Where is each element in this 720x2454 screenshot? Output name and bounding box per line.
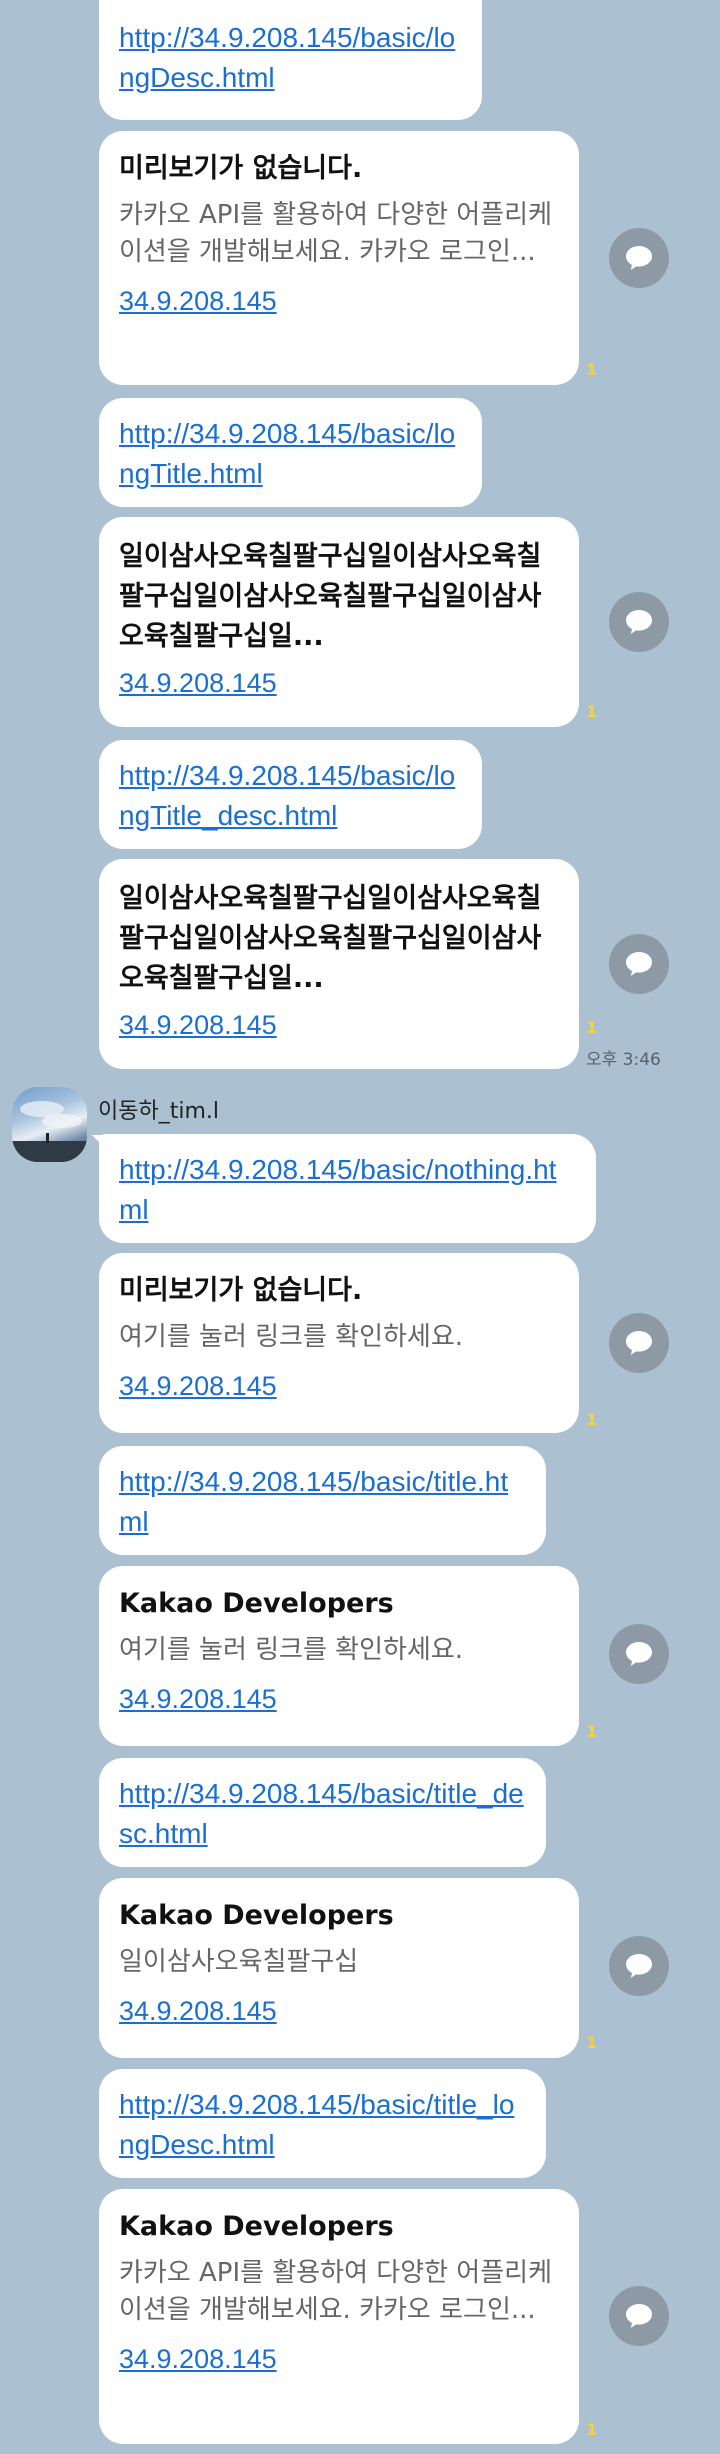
unread-count: 1 (586, 1018, 598, 1037)
card-title: 일이삼사오육칠팔구십일이삼사오육칠팔구십일이삼사오육칠팔구십일이삼사오육칠팔구십… (119, 883, 542, 994)
unread-count: 1 (586, 360, 598, 379)
card-title: 일이삼사오육칠팔구십일이삼사오육칠팔구십일이삼사오육칠팔구십일이삼사오육칠팔구십… (119, 541, 542, 652)
share-button[interactable] (609, 1624, 669, 1684)
card-domain[interactable]: 34.9.208.145 (119, 1005, 559, 1045)
unread-count: 1 (586, 2420, 598, 2439)
share-button[interactable] (609, 228, 669, 288)
link-url[interactable]: http://34.9.208.145/basic/title_longDesc… (119, 2085, 526, 2165)
message-time: 오후 3:46 (586, 1050, 661, 1070)
link-preview-card[interactable]: 미리보기가 없습니다. 여기를 눌러 링크를 확인하세요. 34.9.208.1… (99, 1253, 579, 1433)
card-title: 미리보기가 없습니다. (119, 153, 363, 184)
link-preview-card[interactable]: 일이삼사오육칠팔구십일이삼사오육칠팔구십일이삼사오육칠팔구십일이삼사오육칠팔구십… (99, 859, 579, 1069)
speech-bubble-icon (626, 1331, 652, 1355)
card-domain[interactable]: 34.9.208.145 (119, 1366, 559, 1406)
sender-name: 이동하_tim.l (98, 1099, 219, 1124)
link-message[interactable]: http://34.9.208.145/basic/title_longDesc… (99, 2069, 546, 2178)
speech-bubble-icon (626, 1954, 652, 1978)
link-message[interactable]: http://34.9.208.145/basic/longTitle.html (99, 398, 482, 507)
card-domain[interactable]: 34.9.208.145 (119, 1679, 559, 1719)
card-description: 카카오 API를 활용하여 다양한 어플리케이션을 개발해보세요. 카카오 로그… (119, 200, 552, 267)
link-url[interactable]: http://34.9.208.145/basic/longTitle_desc… (119, 756, 462, 836)
share-button[interactable] (609, 592, 669, 652)
card-title: Kakao Developers (119, 1588, 394, 1619)
share-button[interactable] (609, 2286, 669, 2346)
link-url[interactable]: http://34.9.208.145/basic/title_desc.htm… (119, 1774, 526, 1854)
link-preview-card[interactable]: 일이삼사오육칠팔구십일이삼사오육칠팔구십일이삼사오육칠팔구십일이삼사오육칠팔구십… (99, 517, 579, 727)
share-button[interactable] (609, 934, 669, 994)
link-message[interactable]: http://34.9.208.145/basic/longTitle_desc… (99, 740, 482, 849)
link-url[interactable]: http://34.9.208.145/basic/title.html (119, 1462, 526, 1542)
unread-count: 1 (586, 702, 598, 721)
card-description: 일이삼사오육칠팔구십 (119, 1947, 359, 1977)
card-title: Kakao Developers (119, 1900, 394, 1931)
link-preview-card[interactable]: Kakao Developers 여기를 눌러 링크를 확인하세요. 34.9.… (99, 1566, 579, 1746)
card-description: 여기를 눌러 링크를 확인하세요. (119, 1635, 464, 1665)
card-domain[interactable]: 34.9.208.145 (119, 281, 559, 321)
link-url[interactable]: http://34.9.208.145/basic/longTitle.html (119, 414, 462, 494)
link-message[interactable]: http://34.9.208.145/basic/title_desc.htm… (99, 1758, 546, 1867)
link-preview-card[interactable]: 미리보기가 없습니다. 카카오 API를 활용하여 다양한 어플리케이션을 개발… (99, 131, 579, 385)
card-domain[interactable]: 34.9.208.145 (119, 2339, 559, 2379)
link-url[interactable]: http://34.9.208.145/basic/longDesc.html (119, 18, 462, 98)
share-button[interactable] (609, 1936, 669, 1996)
link-preview-card[interactable]: Kakao Developers 일이삼사오육칠팔구십 34.9.208.145 (99, 1878, 579, 2058)
speech-bubble-icon (626, 2304, 652, 2328)
speech-bubble-icon (626, 610, 652, 634)
card-description: 카카오 API를 활용하여 다양한 어플리케이션을 개발해보세요. 카카오 로그… (119, 2258, 552, 2325)
card-title: 미리보기가 없습니다. (119, 1275, 363, 1306)
unread-count: 1 (586, 1410, 598, 1429)
card-domain[interactable]: 34.9.208.145 (119, 1991, 559, 2031)
link-message[interactable]: http://34.9.208.145/basic/longDesc.html (99, 0, 482, 120)
avatar-photo (12, 1101, 87, 1162)
unread-count: 1 (586, 1722, 598, 1741)
speech-bubble-icon (626, 952, 652, 976)
avatar[interactable] (12, 1087, 87, 1162)
card-description: 여기를 눌러 링크를 확인하세요. (119, 1322, 464, 1352)
card-title: Kakao Developers (119, 2211, 394, 2242)
link-message[interactable]: http://34.9.208.145/basic/title.html (99, 1446, 546, 1555)
share-button[interactable] (609, 1313, 669, 1373)
speech-bubble-icon (626, 1642, 652, 1666)
unread-count: 1 (586, 2033, 598, 2052)
link-message[interactable]: http://34.9.208.145/basic/nothing.html (99, 1134, 596, 1243)
link-url[interactable]: http://34.9.208.145/basic/nothing.html (119, 1150, 576, 1230)
link-preview-card[interactable]: Kakao Developers 카카오 API를 활용하여 다양한 어플리케이… (99, 2189, 579, 2444)
card-domain[interactable]: 34.9.208.145 (119, 663, 559, 703)
speech-bubble-icon (626, 246, 652, 270)
